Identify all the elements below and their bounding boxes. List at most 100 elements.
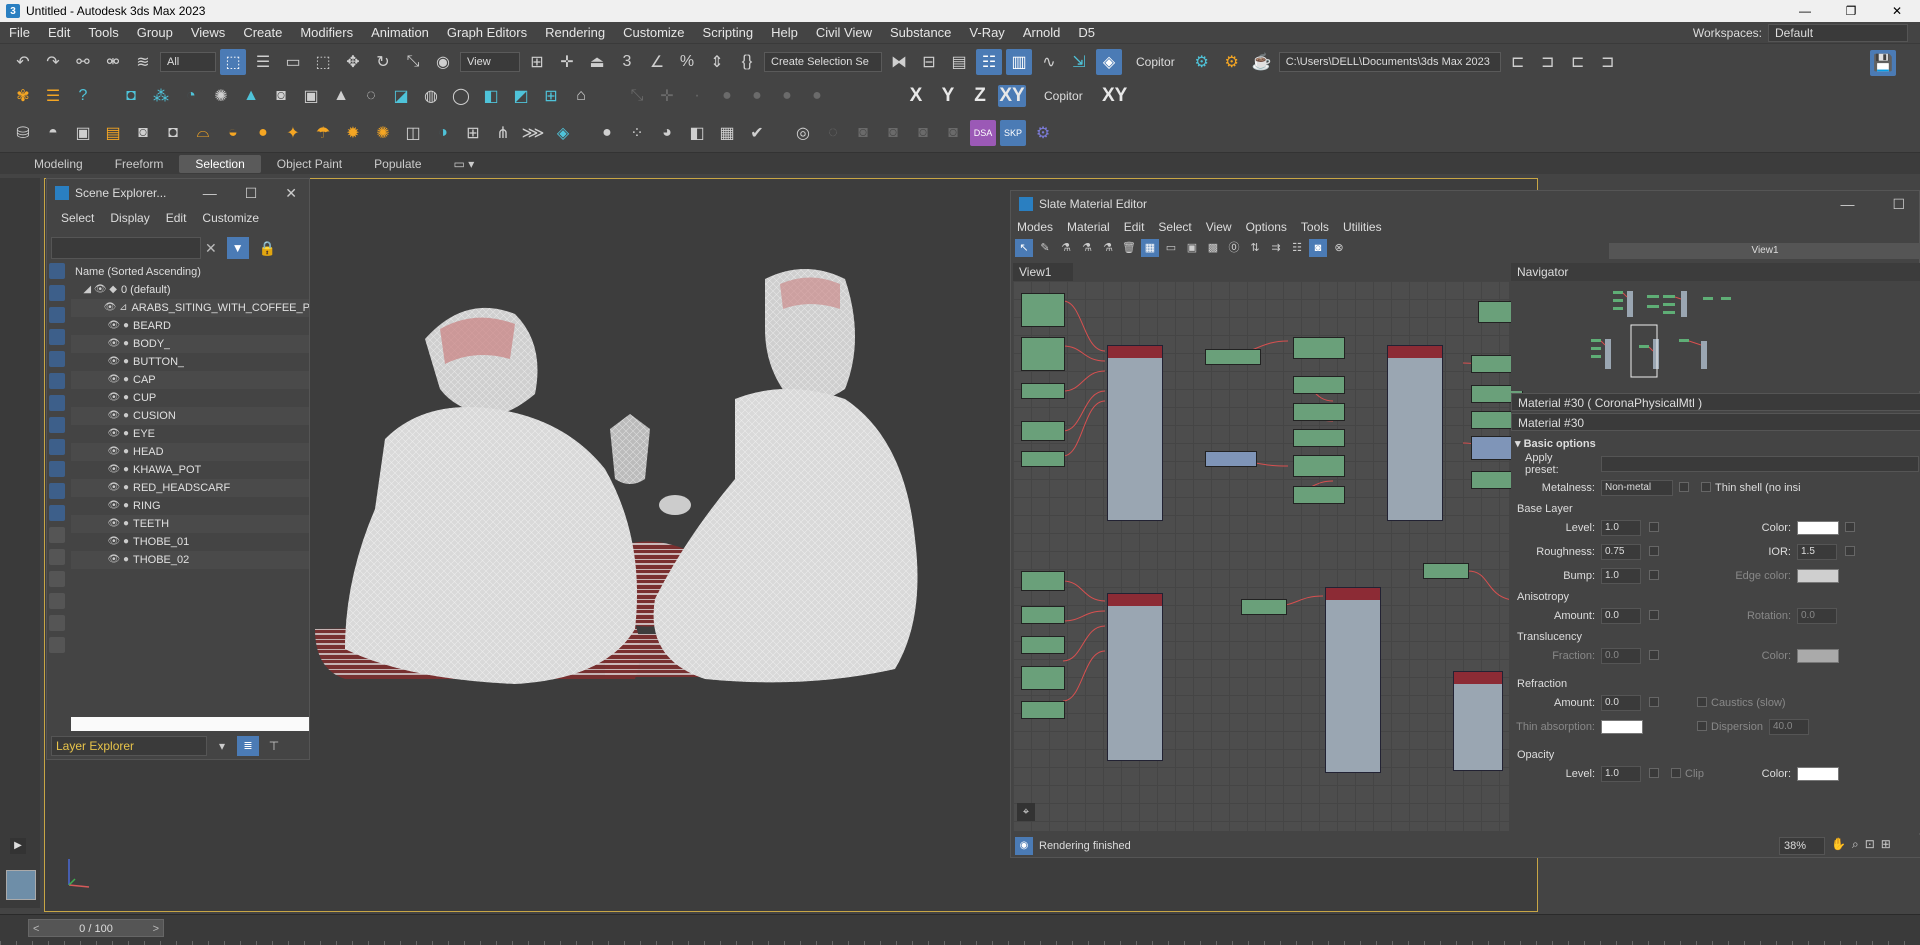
selection-filter-dropdown[interactable]: All <box>160 52 216 72</box>
scatter-icon[interactable]: ◧ <box>478 83 504 109</box>
ribbon-tab-selection[interactable]: Selection <box>179 154 261 173</box>
sme-layout-icon[interactable]: ⇅ <box>1246 239 1264 257</box>
tree-item[interactable]: 👁 ● RED_HEADSCARF <box>71 479 309 497</box>
bump-map-checkbox[interactable] <box>1649 570 1659 580</box>
visibility-icon[interactable]: 👁 ● <box>99 371 133 389</box>
sky-light-icon[interactable]: ✺ <box>370 120 396 146</box>
spinner-snap-icon[interactable]: ⇕ <box>704 49 730 75</box>
refr-map-checkbox[interactable] <box>1649 697 1659 707</box>
visibility-icon[interactable]: 👁 ● <box>99 389 133 407</box>
visibility-icon[interactable]: 👁 ● <box>99 551 133 569</box>
visibility-icon[interactable]: 👁 ● <box>99 425 133 443</box>
ribbon-tab-populate[interactable]: Populate <box>358 155 437 173</box>
refr-amount-spinner[interactable]: 0.0 <box>1601 695 1641 711</box>
maxscript-listener-icon[interactable] <box>6 870 36 900</box>
named-selection-dropdown[interactable]: Create Selection Se <box>764 52 882 72</box>
aniso-amount-spinner[interactable]: 0.0 <box>1601 608 1641 624</box>
sme-pick-icon[interactable]: ✎ <box>1036 239 1054 257</box>
sme-put-icon[interactable]: ⚗ <box>1057 239 1075 257</box>
sme-menu-material[interactable]: Material <box>1067 220 1110 234</box>
hierarchy-icon[interactable]: ⊤ <box>263 736 285 756</box>
opacity-color-swatch[interactable] <box>1797 767 1839 781</box>
select-object-icon[interactable]: ⬚ <box>220 49 246 75</box>
align-icon[interactable]: ⊟ <box>916 49 942 75</box>
view1-tab[interactable]: View1 <box>1013 263 1073 281</box>
play-icon[interactable]: ▶ <box>10 838 26 854</box>
sphere-mat-icon[interactable]: ● <box>594 120 620 146</box>
se-menu-display[interactable]: Display <box>110 211 149 225</box>
vray-camera-icon[interactable]: ◙ <box>130 120 156 146</box>
map-node[interactable] <box>1293 376 1345 394</box>
se-menu-customize[interactable]: Customize <box>202 211 259 225</box>
axis-xy-button[interactable]: XY <box>998 85 1026 107</box>
layers-icon[interactable]: ≣ <box>237 736 259 756</box>
redo-icon[interactable]: ↷ <box>40 49 66 75</box>
map-node[interactable] <box>1021 666 1065 690</box>
sme-params-icon[interactable]: ☷ <box>1288 239 1306 257</box>
map-node[interactable] <box>1293 486 1345 504</box>
sme-menu-tools[interactable]: Tools <box>1301 220 1329 234</box>
maximize-button[interactable]: ❐ <box>1828 0 1874 22</box>
visibility-icon[interactable]: 👁 ● <box>99 497 133 515</box>
level-map-checkbox[interactable] <box>1649 522 1659 532</box>
map-node[interactable] <box>1021 606 1065 624</box>
map-node[interactable] <box>1021 293 1065 327</box>
sme-reset-icon[interactable]: ⚗ <box>1099 239 1117 257</box>
timeline[interactable]: < 0 / 100 > <box>0 914 1920 945</box>
filter-extra1-icon[interactable] <box>49 527 65 543</box>
lamp-icon[interactable]: ⌓ <box>190 120 216 146</box>
sme-menu-utilities[interactable]: Utilities <box>1343 220 1382 234</box>
visibility-icon[interactable]: 👁 ● <box>99 443 133 461</box>
bind-spacewarp-icon[interactable]: ≋ <box>130 49 156 75</box>
filter-xrefs-icon[interactable] <box>49 417 65 433</box>
tree-item[interactable]: 👁 ● CAP <box>71 371 309 389</box>
tree-item[interactable]: 👁 ● BEARD <box>71 317 309 335</box>
map-node[interactable] <box>1293 429 1345 447</box>
interactive-render-icon[interactable]: ◓ <box>40 120 66 146</box>
frame-buffer-icon[interactable]: ◪ <box>388 83 414 109</box>
axis-z-button[interactable]: Z <box>966 85 994 107</box>
clear-search-icon[interactable]: ✕ <box>205 240 217 257</box>
snap-toggle-icon[interactable]: 3 <box>614 49 640 75</box>
level-spinner[interactable]: 1.0 <box>1601 520 1641 536</box>
sme-layout-children-icon[interactable]: ⇉ <box>1267 239 1285 257</box>
filter-extra2-icon[interactable] <box>49 549 65 565</box>
sme-sample-icon[interactable]: ⓪ <box>1225 239 1243 257</box>
menu-animation[interactable]: Animation <box>362 25 438 40</box>
ior-spinner[interactable]: 1.5 <box>1797 544 1837 560</box>
select-manipulate-icon[interactable]: ✛ <box>554 49 580 75</box>
sme-menu-view[interactable]: View <box>1206 220 1232 234</box>
render-setup-icon[interactable]: ⚙ <box>1189 49 1215 75</box>
se-menu-select[interactable]: Select <box>61 211 94 225</box>
base-color-swatch[interactable] <box>1797 521 1839 535</box>
metalness-map-checkbox[interactable] <box>1679 482 1689 492</box>
keyboard-shortcut-icon[interactable]: ⏏ <box>584 49 610 75</box>
tree-item[interactable]: 👁 ● HEAD <box>71 443 309 461</box>
map-node[interactable] <box>1021 337 1065 371</box>
menu-d5[interactable]: D5 <box>1069 25 1104 40</box>
dropdown-arrow-icon[interactable]: ▾ <box>211 736 233 756</box>
grid-icon[interactable]: ⊞ <box>538 83 564 109</box>
map-node[interactable] <box>1241 599 1287 615</box>
dispersion-spinner[interactable]: 40.0 <box>1769 719 1809 735</box>
map-node[interactable] <box>1293 455 1345 477</box>
visibility-icon[interactable]: 👁 ● <box>99 353 133 371</box>
menu-group[interactable]: Group <box>128 25 182 40</box>
palette-icon[interactable]: ◕ <box>654 120 680 146</box>
vray-v-icon[interactable]: ✔ <box>744 120 770 146</box>
lock-icon[interactable]: 🔒 <box>259 240 276 257</box>
help-icon[interactable]: ? <box>70 83 96 109</box>
roughness-spinner[interactable]: 0.75 <box>1601 544 1641 560</box>
half-sphere-icon[interactable]: ◒ <box>220 120 246 146</box>
map-node[interactable] <box>1205 349 1261 365</box>
filter-extra4-icon[interactable] <box>49 593 65 609</box>
visibility-icon[interactable]: 👁 ● <box>99 515 133 533</box>
fur-icon[interactable]: ⋔ <box>490 120 516 146</box>
sme-maximize-button[interactable]: ☐ <box>1892 196 1905 213</box>
teapot-render-icon[interactable]: ⛁ <box>10 120 36 146</box>
menu-arnold[interactable]: Arnold <box>1014 25 1070 40</box>
angle-snap-icon[interactable]: ∠ <box>644 49 670 75</box>
tree-item[interactable]: 👁 ⊿ ARABS_SITING_WITH_COFFEE_PO <box>71 299 309 317</box>
sme-delete-icon[interactable]: 🗑 <box>1120 239 1138 257</box>
apply-preset-dropdown[interactable] <box>1601 456 1919 472</box>
